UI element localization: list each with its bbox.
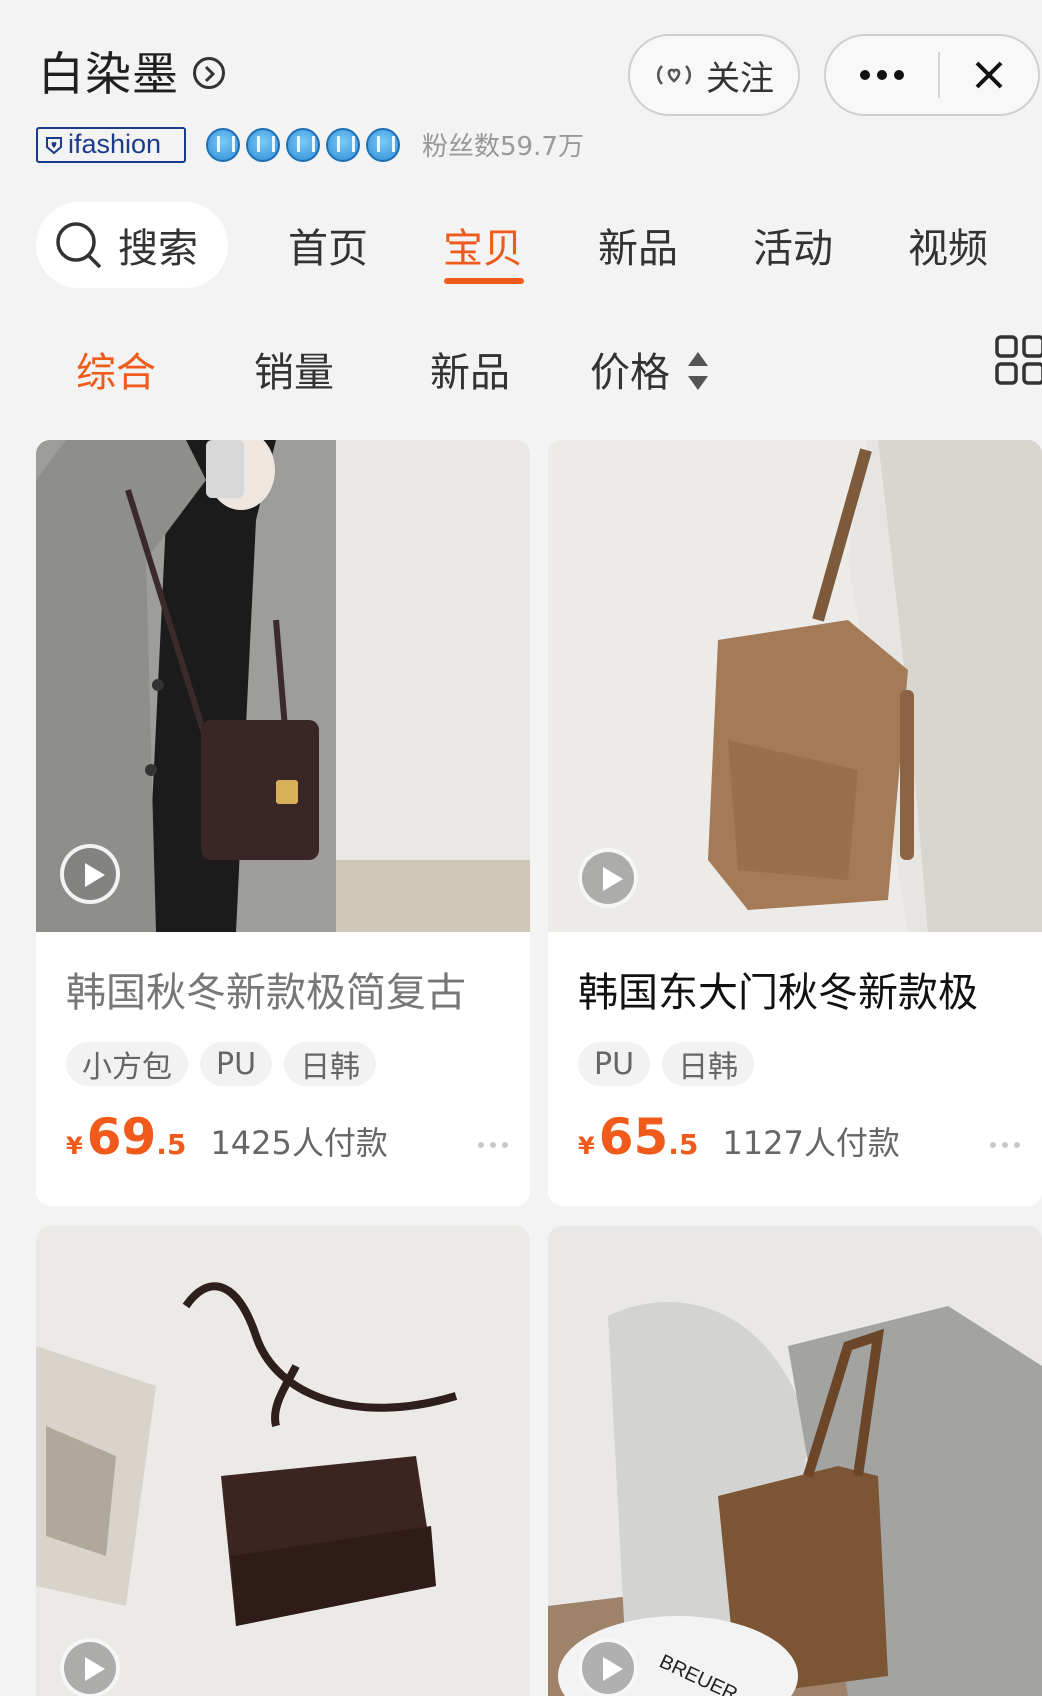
tab-items[interactable]: 宝贝 <box>443 216 523 274</box>
currency-symbol: ¥ <box>578 1132 595 1160</box>
sort-arrows-icon <box>688 352 708 390</box>
active-tab-indicator <box>444 278 524 284</box>
product-tag: 日韩 <box>662 1042 755 1086</box>
chevron-right-icon[interactable] <box>193 57 225 89</box>
crown-icon <box>206 127 240 162</box>
product-card[interactable]: 韩国东大门秋冬新款极 PU 日韩 ¥ 65 .5 1127人付款 <box>548 440 1042 1206</box>
tab-activity[interactable]: 活动 <box>753 216 833 274</box>
more-options-icon[interactable] <box>478 1142 508 1148</box>
fans-count: 粉丝数59.7万 <box>422 132 584 162</box>
shop-name-text: 白染墨 <box>38 47 179 101</box>
follow-button[interactable]: 关注 <box>628 34 800 116</box>
price-integer: 69 <box>86 1108 157 1166</box>
play-video-icon[interactable] <box>578 1638 638 1696</box>
play-video-icon[interactable] <box>578 848 638 908</box>
search-icon <box>56 222 102 269</box>
paid-count: 1425人付款 <box>210 1124 388 1162</box>
product-image[interactable]: BREUER <box>548 1226 1042 1696</box>
paid-count: 1127人付款 <box>722 1124 900 1162</box>
more-icon[interactable] <box>826 36 938 114</box>
crown-icon <box>326 127 360 162</box>
play-video-icon[interactable] <box>60 844 120 904</box>
shop-nav: 搜索 首页 宝贝 新品 活动 视频 <box>0 200 1042 296</box>
product-tag: PU <box>200 1042 273 1086</box>
more-options-icon[interactable] <box>990 1142 1020 1148</box>
crown-icon <box>286 127 320 162</box>
price-row: ¥ 69 .5 1425人付款 <box>66 1108 388 1166</box>
product-title[interactable]: 韩国秋冬新款极简复古 <box>66 960 466 1018</box>
product-card[interactable]: 韩国秋冬新款极简复古 小方包 PU 日韩 ¥ 69 .5 1425人付款 <box>36 440 530 1206</box>
close-icon[interactable] <box>940 36 1038 114</box>
tab-home[interactable]: 首页 <box>288 216 368 274</box>
product-tag: PU <box>578 1042 651 1086</box>
price-decimal: .5 <box>156 1128 187 1161</box>
play-video-icon[interactable] <box>60 1638 120 1696</box>
sort-sales[interactable]: 销量 <box>254 340 334 398</box>
sort-new[interactable]: 新品 <box>430 340 510 398</box>
shop-badges: ifashion 粉丝数59.7万 <box>36 126 584 163</box>
product-card[interactable] <box>36 1226 530 1696</box>
currency-symbol: ¥ <box>66 1132 83 1160</box>
price-decimal: .5 <box>668 1128 699 1161</box>
product-tag: 小方包 <box>66 1042 188 1086</box>
product-tags: 小方包 PU 日韩 <box>66 1042 377 1086</box>
shop-name[interactable]: 白染墨 <box>38 38 225 104</box>
sort-comprehensive[interactable]: 综合 <box>76 340 156 398</box>
ifashion-text: ifashion <box>68 129 162 159</box>
product-title[interactable]: 韩国东大门秋冬新款极 <box>578 960 978 1018</box>
tab-video[interactable]: 视频 <box>908 216 988 274</box>
search-button[interactable]: 搜索 <box>36 202 228 288</box>
sort-price[interactable]: 价格 <box>590 340 670 398</box>
heart-shield-icon <box>46 136 62 154</box>
price-integer: 65 <box>598 1108 669 1166</box>
product-tag: 日韩 <box>284 1042 377 1086</box>
mini-program-capsule <box>824 34 1040 116</box>
product-card[interactable]: BREUER <box>548 1226 1042 1696</box>
tab-new[interactable]: 新品 <box>598 216 678 274</box>
shop-rating-crowns <box>206 127 400 162</box>
product-tags: PU 日韩 <box>578 1042 755 1086</box>
ifashion-badge: ifashion <box>36 126 186 163</box>
crown-icon <box>246 127 280 162</box>
sort-bar: 综合 销量 新品 价格 <box>0 335 1042 400</box>
price-row: ¥ 65 .5 1127人付款 <box>578 1108 900 1166</box>
crown-icon <box>366 127 400 162</box>
grid-view-icon[interactable] <box>994 334 1042 386</box>
product-image[interactable] <box>36 1226 530 1696</box>
live-signal-icon <box>656 65 692 85</box>
search-label: 搜索 <box>118 226 198 272</box>
follow-label: 关注 <box>706 58 774 99</box>
